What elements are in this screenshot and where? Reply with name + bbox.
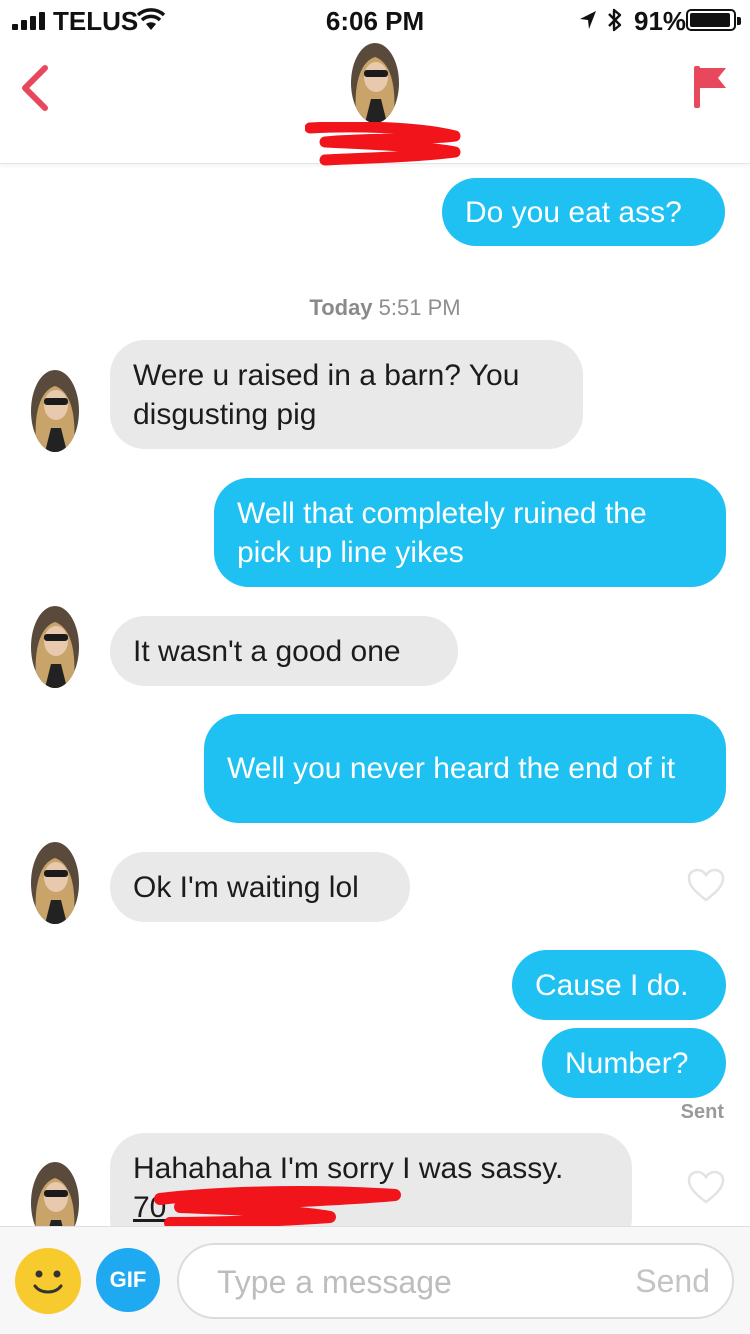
outgoing-message[interactable]: Do you eat ass? <box>442 178 725 246</box>
chat-header <box>0 40 750 166</box>
match-avatar[interactable] <box>31 842 79 924</box>
match-profile-avatar[interactable] <box>351 43 399 123</box>
battery-percent: 91% <box>634 6 687 36</box>
redacted-name-scribble <box>305 122 461 166</box>
emoji-button[interactable] <box>15 1248 81 1314</box>
send-button[interactable]: Send <box>635 1263 710 1300</box>
like-heart-icon[interactable] <box>686 1169 726 1205</box>
timestamp-day: Today <box>309 295 373 320</box>
incoming-message[interactable]: Ok I'm waiting lol <box>110 852 410 922</box>
conversation-timestamp: Today 5:51 PM <box>0 295 750 321</box>
match-avatar[interactable] <box>31 1162 79 1226</box>
gif-button[interactable]: GIF <box>96 1248 160 1312</box>
match-avatar[interactable] <box>31 606 79 688</box>
bluetooth-icon <box>608 8 622 32</box>
outgoing-message[interactable]: Cause I do. <box>512 950 726 1020</box>
sent-status: Sent <box>680 1101 724 1123</box>
location-arrow-icon <box>580 11 596 29</box>
status-bar: TELUS 6:06 PM 91% <box>0 0 750 40</box>
match-avatar[interactable] <box>31 370 79 452</box>
incoming-message[interactable]: Were u raised in a barn? You disgusting … <box>110 340 583 449</box>
chevron-left-icon[interactable] <box>18 64 52 112</box>
redacted-number-scribble <box>154 1186 401 1226</box>
timestamp-time: 5:51 PM <box>378 295 461 320</box>
message-composer: GIF Send <box>0 1226 750 1334</box>
outgoing-message[interactable]: Number? <box>542 1028 726 1098</box>
like-heart-icon[interactable] <box>686 867 726 903</box>
smiley-icon <box>33 1270 63 1294</box>
incoming-message[interactable]: It wasn't a good one <box>110 616 458 686</box>
message-thread[interactable]: Do you eat ass? Today 5:51 PM Were u rai… <box>0 165 750 1226</box>
message-input-container[interactable]: Send <box>177 1243 734 1319</box>
battery-icon <box>686 9 741 31</box>
message-input[interactable] <box>217 1257 597 1307</box>
report-flag-icon[interactable] <box>692 64 730 110</box>
outgoing-message[interactable]: Well you never heard the end of it <box>204 714 726 823</box>
outgoing-message[interactable]: Well that completely ruined the pick up … <box>214 478 726 587</box>
